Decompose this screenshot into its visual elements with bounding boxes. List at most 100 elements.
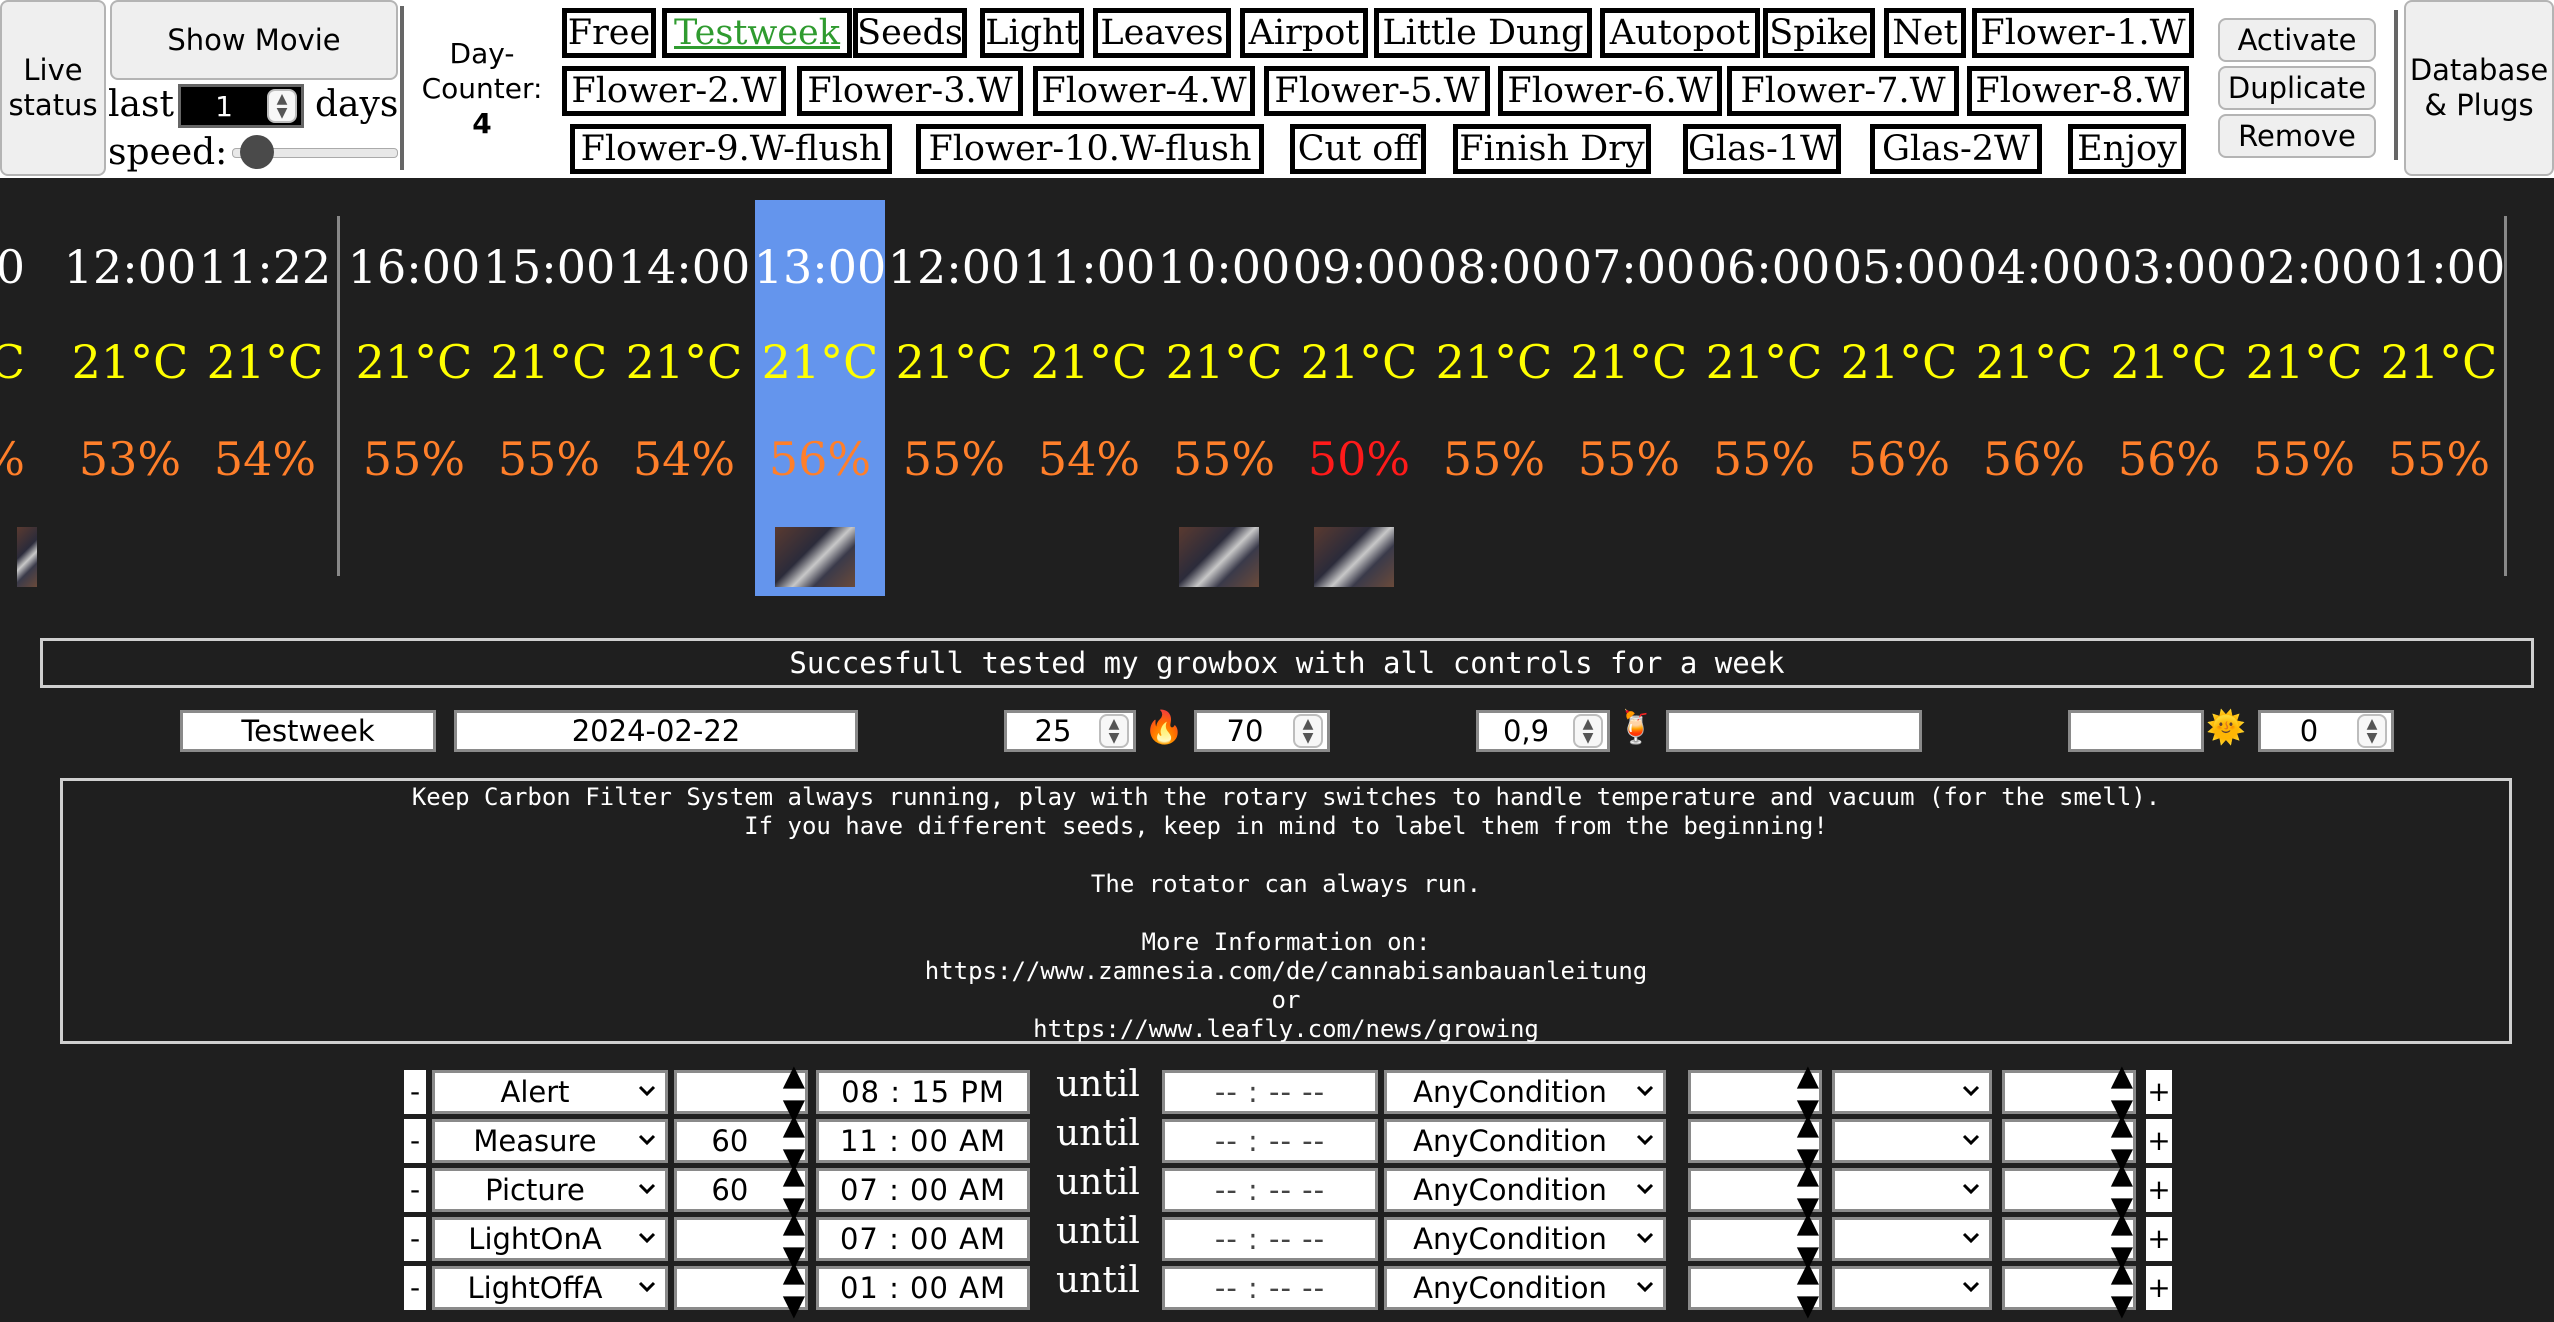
phase-spike[interactable]: Spike: [1763, 8, 1875, 58]
plug-select[interactable]: [1832, 1168, 1992, 1212]
interval-input[interactable]: ▲ ▼: [674, 1254, 808, 1322]
remove-row-button[interactable]: -: [404, 1217, 426, 1261]
action-select[interactable]: Alert: [432, 1070, 668, 1114]
timeline-column[interactable]: 15:00 21°C 55%: [483, 200, 616, 596]
phase-flower-3-w[interactable]: Flower-3.W: [797, 66, 1023, 116]
phase-testweek[interactable]: Testweek: [662, 8, 852, 58]
timeline-column[interactable]: 11:00 21°C 54%: [1023, 200, 1156, 596]
phase-glas-2w[interactable]: Glas-2W: [1870, 124, 2042, 174]
light-text-input[interactable]: [2068, 710, 2204, 752]
phase-free[interactable]: Free: [562, 8, 656, 58]
temperature-stepper[interactable]: ▲ ▼: [1099, 714, 1129, 748]
plug-select[interactable]: [1832, 1266, 1992, 1310]
show-movie-button[interactable]: Show Movie: [110, 0, 398, 80]
ratio-stepper[interactable]: ▲ ▼: [1573, 714, 1603, 748]
timeline-column[interactable]: 01:00 21°C 55%: [2373, 200, 2506, 596]
notes-textarea[interactable]: Keep Carbon Filter System always running…: [60, 778, 2512, 1044]
phase-name-input[interactable]: Testweek: [180, 710, 436, 752]
timeline-thumbnail[interactable]: [1314, 527, 1394, 587]
timeline-thumbnail[interactable]: [775, 527, 855, 587]
timeline-column[interactable]: 12:00 21°C 53%: [64, 200, 197, 596]
phase-flower-4-w[interactable]: Flower-4.W: [1033, 66, 1255, 116]
humidity-input[interactable]: 70 ▲ ▼: [1194, 710, 1330, 752]
timeline-column[interactable]: 04:00 21°C 56%: [1968, 200, 2101, 596]
condition-select[interactable]: AnyCondition: [1384, 1266, 1666, 1310]
temperature-input[interactable]: 25 ▲ ▼: [1004, 710, 1136, 752]
condition-select[interactable]: AnyCondition: [1384, 1217, 1666, 1261]
add-row-button[interactable]: +: [2146, 1217, 2172, 1261]
phase-flower-2-w[interactable]: Flower-2.W: [562, 66, 786, 116]
timeline-column[interactable]: 14:00 21°C 54%: [618, 200, 751, 596]
plug-value-input[interactable]: ▲ ▼: [2002, 1254, 2136, 1322]
phase-flower-7-w[interactable]: Flower-7.W: [1727, 66, 1959, 116]
condition-select[interactable]: AnyCondition: [1384, 1168, 1666, 1212]
add-row-button[interactable]: +: [2146, 1266, 2172, 1310]
timeline-column[interactable]: 00 C%: [0, 200, 37, 596]
interval-stepper[interactable]: ▲ ▼: [783, 1254, 805, 1322]
plug-value-stepper[interactable]: ▲ ▼: [2111, 1254, 2133, 1322]
speed-slider[interactable]: [232, 135, 398, 169]
timeline-column[interactable]: 13:00 21°C 56%: [754, 200, 886, 596]
phase-finish-dry[interactable]: Finish Dry: [1453, 124, 1651, 174]
end-time-input[interactable]: -- : -- --: [1162, 1119, 1378, 1163]
start-time-input[interactable]: 11 : 00 AM: [816, 1119, 1030, 1163]
phase-flower-8-w[interactable]: Flower-8.W: [1967, 66, 2189, 116]
measurement-timeline[interactable]: 00C% 12:0021°C53%11:2221°C54%16:0021°C55%…: [0, 200, 2554, 600]
plug-select[interactable]: [1832, 1070, 1992, 1114]
timeline-thumbnail[interactable]: [1179, 527, 1259, 587]
start-time-input[interactable]: 01 : 00 AM: [816, 1266, 1030, 1310]
action-select[interactable]: Picture: [432, 1168, 668, 1212]
phase-autopot[interactable]: Autopot: [1600, 8, 1760, 58]
activate-button[interactable]: Activate: [2218, 18, 2376, 62]
last-days-stepper[interactable]: ▲ ▼: [267, 89, 297, 123]
timeline-column[interactable]: 03:00 21°C 56%: [2103, 200, 2236, 596]
last-days-input[interactable]: 1 ▲ ▼: [178, 84, 304, 128]
speed-slider-thumb[interactable]: [239, 135, 274, 169]
phase-date-input[interactable]: 2024-02-22: [454, 710, 858, 752]
light-value-stepper[interactable]: ▲ ▼: [2357, 714, 2387, 748]
end-time-input[interactable]: -- : -- --: [1162, 1168, 1378, 1212]
ratio-text-input[interactable]: [1666, 710, 1922, 752]
phase-flower-9-w-flush[interactable]: Flower-9.W-flush: [570, 124, 892, 174]
timeline-column[interactable]: 08:00 21°C 55%: [1428, 200, 1561, 596]
end-time-input[interactable]: -- : -- --: [1162, 1070, 1378, 1114]
phase-little-dung[interactable]: Little Dung: [1374, 8, 1592, 58]
phase-seeds[interactable]: Seeds: [853, 8, 967, 58]
condition-value-stepper[interactable]: ▲ ▼: [1797, 1254, 1819, 1322]
timeline-column[interactable]: 11:22 21°C 54%: [199, 200, 332, 596]
phase-airpot[interactable]: Airpot: [1240, 8, 1368, 58]
database-plugs-button[interactable]: Database & Plugs: [2404, 0, 2554, 176]
remove-row-button[interactable]: -: [404, 1266, 426, 1310]
condition-value-input[interactable]: ▲ ▼: [1688, 1254, 1822, 1322]
remove-row-button[interactable]: -: [404, 1168, 426, 1212]
timeline-column[interactable]: 09:00 21°C 50%: [1293, 200, 1425, 596]
phase-flower-1-w[interactable]: Flower-1.W: [1972, 8, 2194, 58]
phase-cut-off[interactable]: Cut off: [1290, 124, 1426, 174]
phase-glas-1w[interactable]: Glas-1W: [1683, 124, 1841, 174]
timeline-thumbnail[interactable]: [17, 527, 37, 587]
end-time-input[interactable]: -- : -- --: [1162, 1217, 1378, 1261]
timeline-column[interactable]: 06:00 21°C 55%: [1698, 200, 1831, 596]
add-row-button[interactable]: +: [2146, 1168, 2172, 1212]
timeline-column[interactable]: 02:00 21°C 55%: [2238, 200, 2371, 596]
start-time-input[interactable]: 07 : 00 AM: [816, 1168, 1030, 1212]
phase-net[interactable]: Net: [1884, 8, 1966, 58]
plug-select[interactable]: [1832, 1119, 1992, 1163]
phase-flower-10-w-flush[interactable]: Flower-10.W-flush: [916, 124, 1264, 174]
timeline-column[interactable]: 12:00 21°C 55%: [888, 200, 1021, 596]
phase-enjoy[interactable]: Enjoy: [2068, 124, 2186, 174]
phase-leaves[interactable]: Leaves: [1093, 8, 1231, 58]
phase-light[interactable]: Light: [980, 8, 1084, 58]
start-time-input[interactable]: 08 : 15 PM: [816, 1070, 1030, 1114]
light-value-input[interactable]: 0 ▲ ▼: [2258, 710, 2394, 752]
action-select[interactable]: Measure: [432, 1119, 668, 1163]
add-row-button[interactable]: +: [2146, 1119, 2172, 1163]
description-title-box[interactable]: Succesfull tested my growbox with all co…: [40, 638, 2534, 688]
timeline-column[interactable]: 16:00 21°C 55%: [348, 200, 481, 596]
end-time-input[interactable]: -- : -- --: [1162, 1266, 1378, 1310]
condition-select[interactable]: AnyCondition: [1384, 1070, 1666, 1114]
remove-button[interactable]: Remove: [2218, 114, 2376, 158]
timeline-column[interactable]: 07:00 21°C 55%: [1563, 200, 1696, 596]
condition-select[interactable]: AnyCondition: [1384, 1119, 1666, 1163]
add-row-button[interactable]: +: [2146, 1070, 2172, 1114]
